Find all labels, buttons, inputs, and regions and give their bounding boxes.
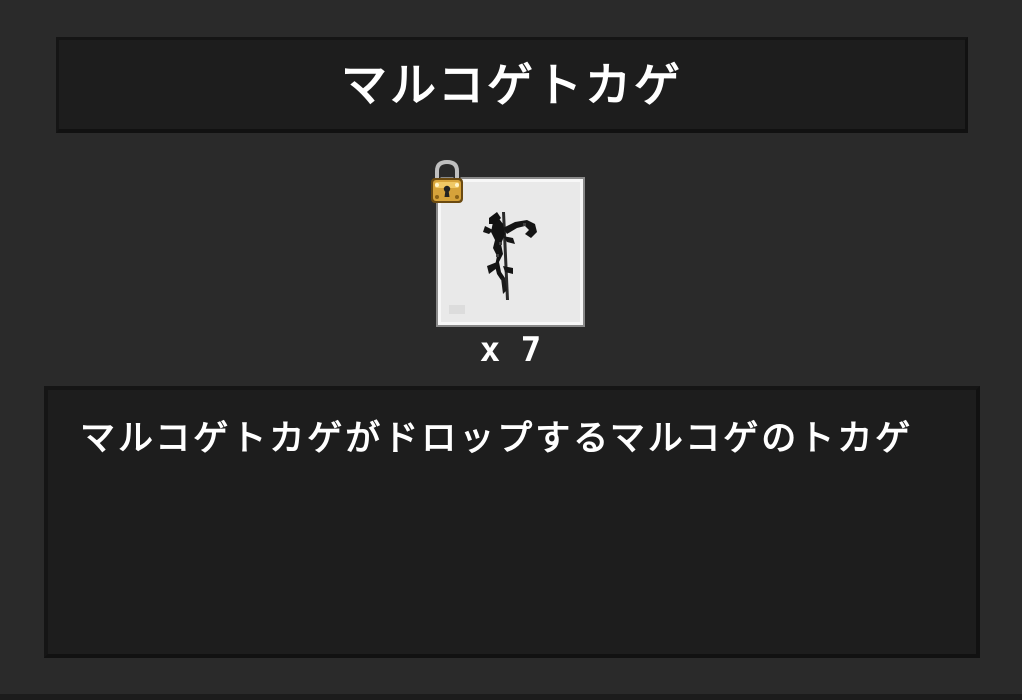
item-title-banner: マルコゲトカゲ: [56, 37, 968, 133]
padlock-icon: [431, 158, 463, 203]
slot-corner-mark: [449, 305, 465, 314]
bottom-edge: [0, 694, 1022, 700]
item-description-panel: マルコゲトカゲがドロップするマルコゲのトカゲ: [44, 386, 980, 658]
item-description: マルコゲトカゲがドロップするマルコゲのトカゲ: [80, 419, 914, 459]
item-name: マルコゲトカゲ: [340, 57, 684, 112]
item-quantity: x 7: [479, 330, 542, 370]
